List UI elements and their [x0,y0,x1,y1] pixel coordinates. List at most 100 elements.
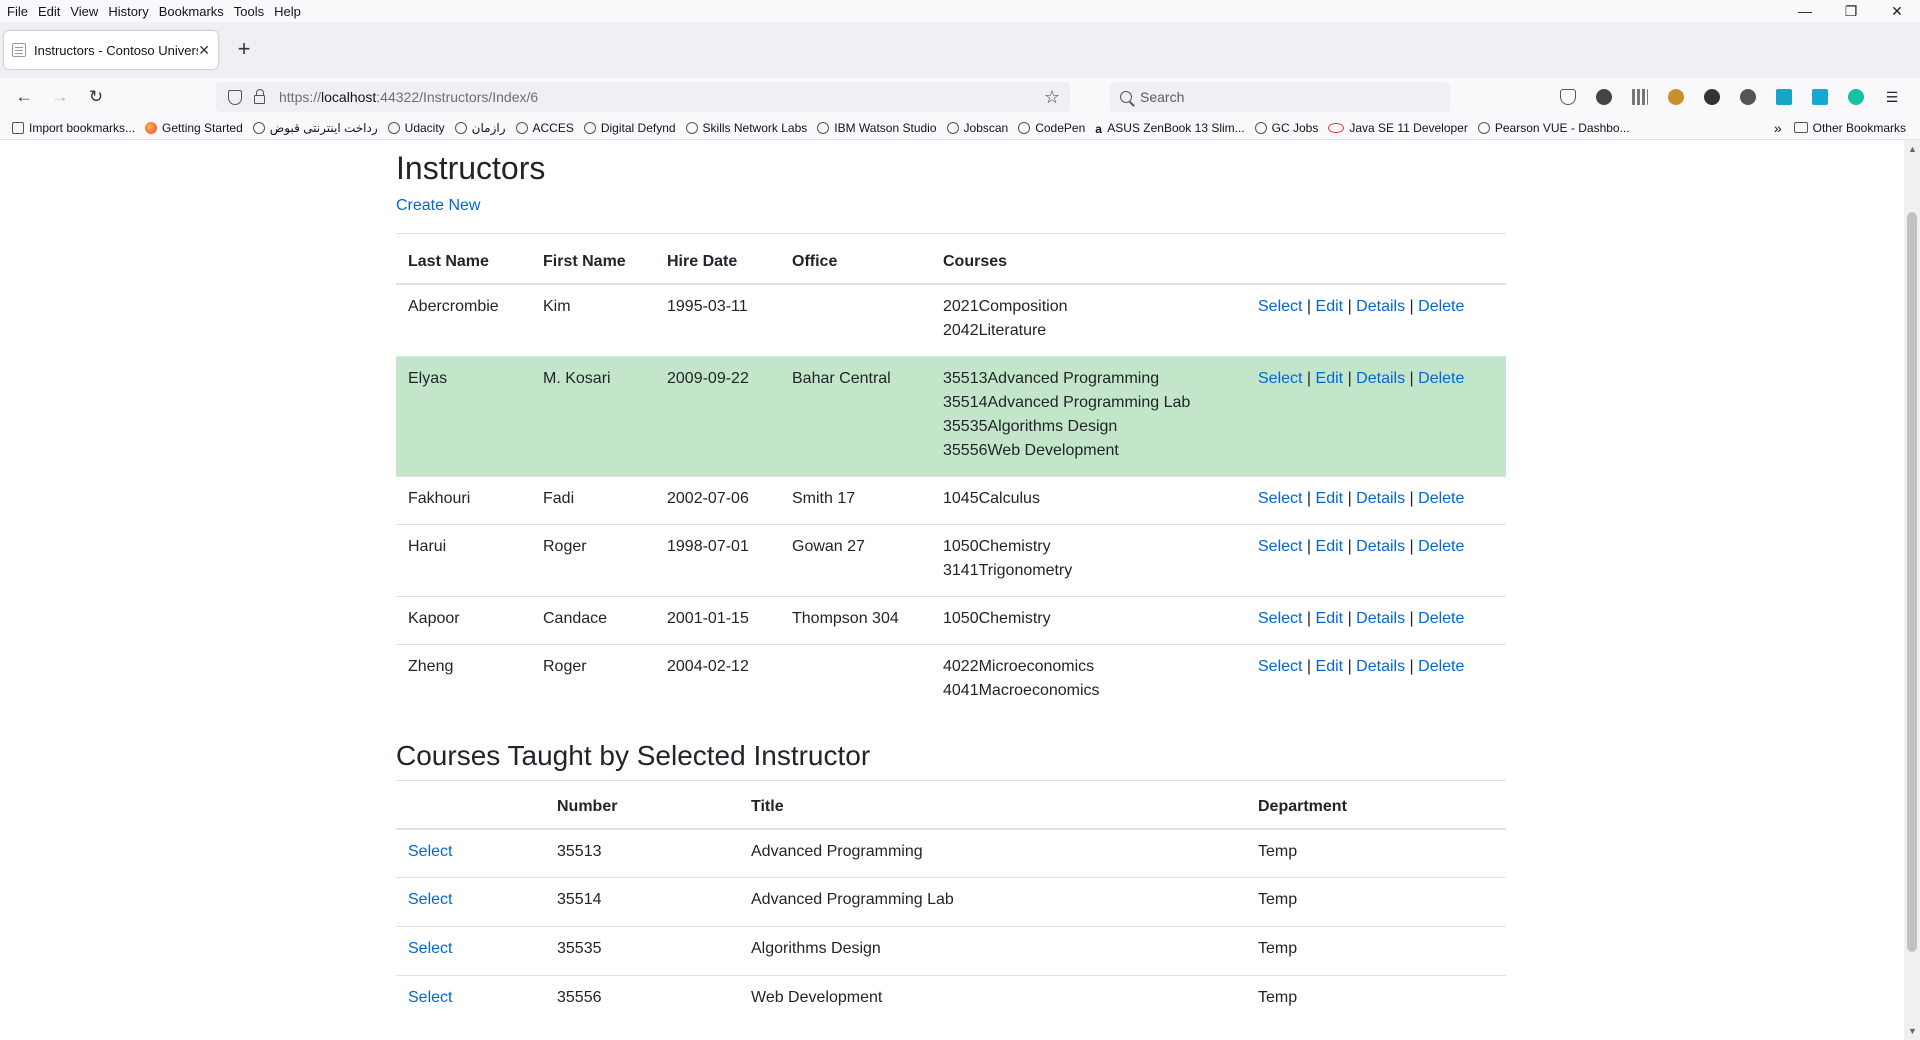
bookmark-asus[interactable]: a ASUS ZenBook 13 Slim... [1095,121,1244,136]
bookmark-star-icon[interactable]: ☆ [1044,87,1060,108]
search-input[interactable]: Search [1110,82,1450,112]
extension-save-icon[interactable] [1772,86,1796,108]
menu-tools[interactable]: Tools [230,4,268,19]
menu-help[interactable]: Help [270,4,305,19]
details-link[interactable]: Details [1356,370,1405,387]
delete-link[interactable]: Delete [1418,490,1464,507]
select-link[interactable]: Select [1258,610,1302,627]
bookmark-udacity[interactable]: Udacity [387,121,445,135]
cell-office [780,283,931,356]
minimize-button[interactable]: — [1782,0,1828,22]
globe-icon [583,121,596,134]
bookmark-gc-jobs[interactable]: GC Jobs [1254,121,1318,135]
cell-hire-date: 2001-01-15 [655,595,780,644]
bookmark-import[interactable]: Import bookmarks... [12,121,135,135]
extension-translate-icon[interactable] [1808,86,1832,108]
details-link[interactable]: Details [1356,610,1405,627]
details-link[interactable]: Details [1356,490,1405,507]
course-entry: 35535Algorithms Design [943,417,1118,435]
globe-icon [454,121,467,134]
action-separator: | [1306,489,1312,507]
delete-link[interactable]: Delete [1418,538,1464,555]
delete-link[interactable]: Delete [1418,370,1464,387]
details-link[interactable]: Details [1356,538,1405,555]
tab-instructors[interactable]: Instructors - Contoso University ✕ [4,31,218,69]
scroll-down-icon[interactable]: ▼ [1908,1026,1917,1036]
edit-link[interactable]: Edit [1316,610,1344,627]
other-bookmarks[interactable]: Other Bookmarks [1813,121,1906,135]
url-text[interactable]: https://localhost:44322/Instructors/Inde… [279,89,1044,105]
bookmark-skills-network[interactable]: Skills Network Labs [685,121,807,135]
edit-link[interactable]: Edit [1316,538,1344,555]
reload-icon[interactable]: ↻ [78,87,114,107]
menu-edit[interactable]: Edit [34,4,64,19]
grammarly-icon[interactable] [1844,86,1868,108]
select-link[interactable]: Select [1258,370,1302,387]
extension-face-icon[interactable] [1664,86,1688,108]
bookmark-codepen[interactable]: CodePen [1018,121,1085,135]
lock-icon[interactable] [254,89,265,104]
edit-link[interactable]: Edit [1316,658,1344,675]
select-link[interactable]: Select [1258,298,1302,315]
select-course-link[interactable]: Select [408,940,452,957]
bookmark-ibm-watson[interactable]: IBM Watson Studio [817,121,937,135]
bookmark-digital-defynd[interactable]: Digital Defynd [583,121,676,135]
oracle-icon [1328,122,1345,133]
edit-link[interactable]: Edit [1316,298,1344,315]
menu-bookmarks[interactable]: Bookmarks [155,4,228,19]
cell-last-name: Fakhouri [396,475,531,524]
tracking-protection-icon[interactable] [228,89,242,105]
bookmark-razman[interactable]: رازمان [454,121,506,135]
select-link[interactable]: Select [1258,490,1302,507]
restore-button[interactable]: ❐ [1828,0,1874,22]
table-row: Select 35513 Advanced Programming Temp [396,828,1506,878]
extension-compass-icon[interactable] [1736,86,1760,108]
action-separator: | [1306,297,1312,315]
vertical-scrollbar[interactable]: ▲ ▼ [1904,140,1920,1040]
menu-history[interactable]: History [104,4,152,19]
course-entry: 1050Chemistry [943,537,1051,555]
library-icon[interactable] [1628,86,1652,108]
action-separator: | [1347,297,1352,315]
select-link[interactable]: Select [1258,538,1302,555]
select-course-link[interactable]: Select [408,989,452,1006]
extension-glasses-icon[interactable] [1700,86,1724,108]
course-entry: 35556Web Development [943,441,1119,459]
bookmark-acces[interactable]: ACCES [515,121,574,135]
menu-file[interactable]: File [3,4,32,19]
action-separator: | [1409,657,1414,675]
scrollbar-thumb[interactable] [1907,212,1917,952]
create-new-link[interactable]: Create New [396,197,480,215]
select-course-link[interactable]: Select [408,891,452,908]
edit-link[interactable]: Edit [1316,490,1344,507]
select-link[interactable]: Select [1258,658,1302,675]
hamburger-menu-icon[interactable]: ☰ [1880,86,1904,108]
close-icon[interactable]: ✕ [198,42,210,59]
menu-view[interactable]: View [66,4,102,19]
delete-link[interactable]: Delete [1418,610,1464,627]
globe-icon [1018,121,1031,134]
edit-link[interactable]: Edit [1316,370,1344,387]
scroll-up-icon[interactable]: ▲ [1908,144,1917,154]
new-tab-button[interactable]: + [228,34,260,66]
bookmark-bill-payment[interactable]: رداخت اینترنتی قبوض [252,121,378,135]
bookmark-jobscan[interactable]: Jobscan [946,121,1008,135]
close-window-button[interactable]: ✕ [1874,0,1920,22]
back-icon[interactable]: ← [6,87,42,107]
address-bar[interactable]: https://localhost:44322/Instructors/Inde… [216,82,1070,112]
bookmark-java[interactable]: Java SE 11 Developer [1328,121,1468,135]
courses-section-title: Courses Taught by Selected Instructor [396,740,871,771]
extension-e-icon[interactable] [1592,86,1616,108]
delete-link[interactable]: Delete [1418,298,1464,315]
forward-icon[interactable]: → [42,87,78,107]
chevron-double-right-icon[interactable]: » [1774,120,1782,136]
delete-link[interactable]: Delete [1418,658,1464,675]
select-course-link[interactable]: Select [408,843,452,860]
cell-first-name: Kim [531,283,655,356]
bookmark-pearson[interactable]: Pearson VUE - Dashbo... [1477,121,1630,135]
globe-icon [1477,121,1490,134]
bookmark-getting-started[interactable]: Getting Started [145,121,243,135]
pocket-icon[interactable] [1556,86,1580,108]
details-link[interactable]: Details [1356,658,1405,675]
details-link[interactable]: Details [1356,298,1405,315]
